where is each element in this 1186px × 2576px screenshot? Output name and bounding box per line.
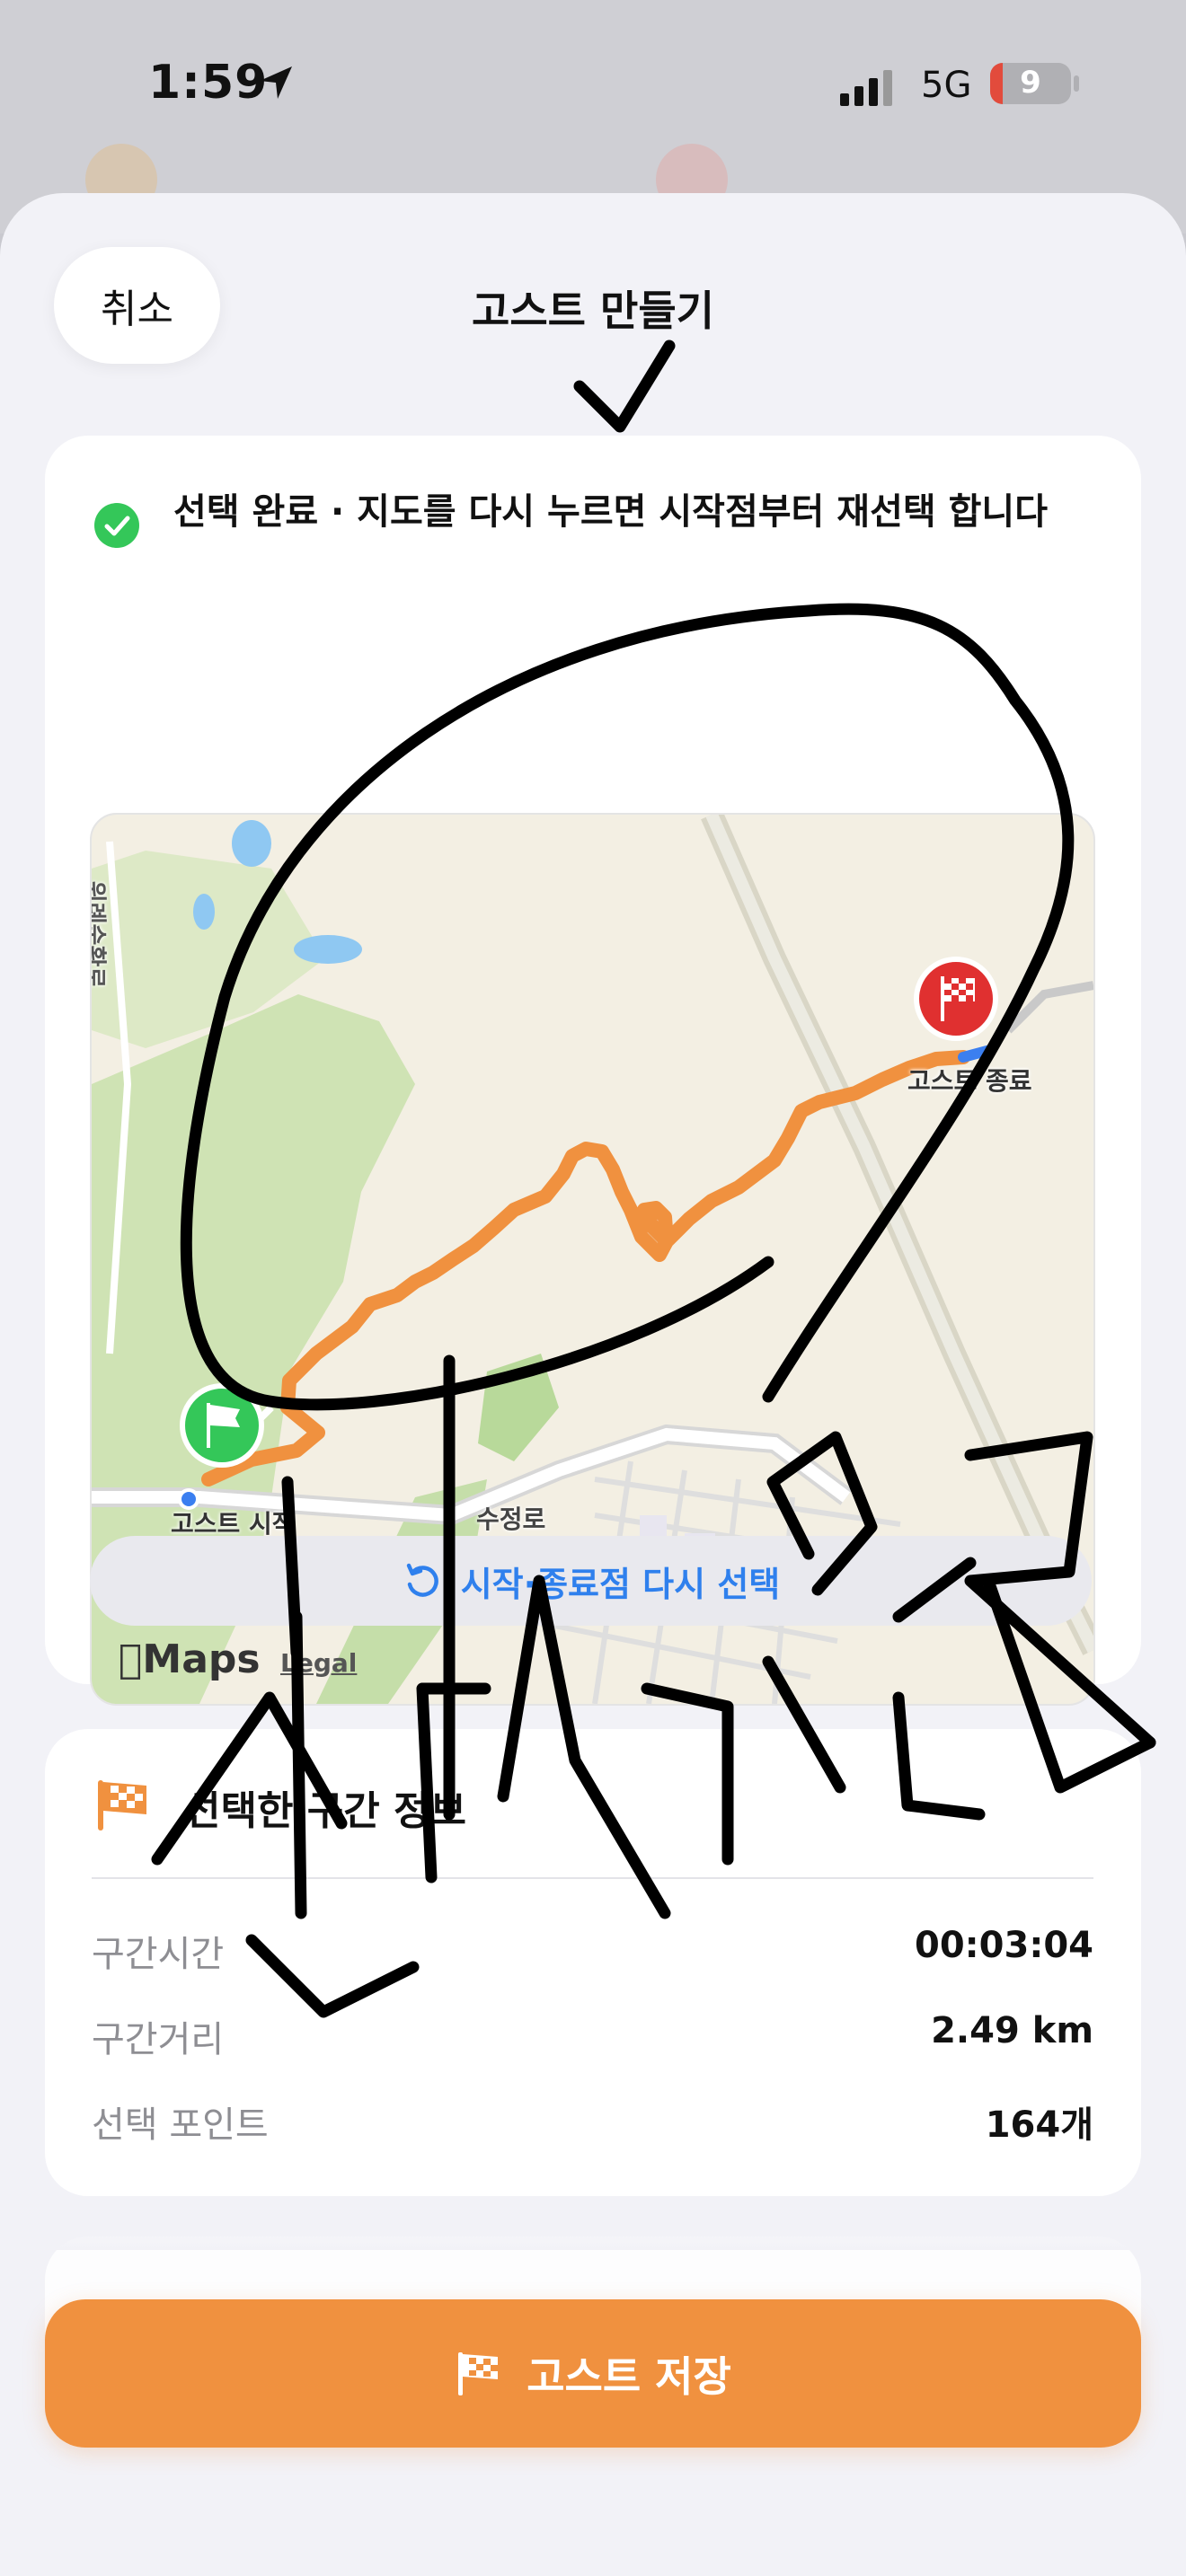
end-label: 고스트 종료 xyxy=(907,1066,1032,1096)
checkered-flag-icon xyxy=(455,2351,501,2397)
divider xyxy=(92,1877,1093,1879)
info-label: 구간시간 xyxy=(92,1934,225,1975)
sheet-title: 고스트 만들기 xyxy=(472,287,714,335)
end-flag-marker xyxy=(914,957,998,1041)
legal-link[interactable]: Legal xyxy=(280,1648,357,1678)
cellular-signal-icon xyxy=(840,70,901,110)
selection-status-text: 선택 완료 · 지도를 다시 누르면 시작점부터 재선택 합니다 xyxy=(173,491,1049,533)
status-bar: 1:59 5G 9 xyxy=(0,0,1186,180)
road-label: 수정로 xyxy=(476,1504,546,1534)
save-ghost-label: 고스트 저장 xyxy=(527,2351,731,2401)
info-value: 00:03:04 xyxy=(915,1925,1093,1966)
bottom-fade xyxy=(0,2196,1186,2250)
apple-maps-logo: Maps xyxy=(119,1636,261,1682)
checkered-flag-icon xyxy=(94,1778,152,1836)
road-label: 위례순환로 xyxy=(90,880,108,989)
start-label: 고스트 시작 xyxy=(171,1509,296,1539)
rotate-arrow-icon xyxy=(402,1560,443,1601)
location-arrow-icon xyxy=(256,63,296,106)
reselect-points-button[interactable]: 시작·종료점 다시 선택 xyxy=(90,1536,1092,1626)
save-ghost-button[interactable]: 고스트 저장 xyxy=(45,2299,1141,2448)
segment-info-card: 선택한 구간 정보 구간시간 00:03:04 구간거리 2.49 km 선택 … xyxy=(45,1729,1141,2196)
create-ghost-sheet: 취소 고스트 만들기 선택 완료 · 지도를 다시 누르면 시작점부터 재선택 … xyxy=(0,193,1186,2576)
segment-info-title: 선택한 구간 정보 xyxy=(184,1788,466,1834)
reselect-label: 시작·종료점 다시 선택 xyxy=(460,1564,781,1604)
status-time: 1:59 xyxy=(148,56,269,110)
battery-icon: 9 xyxy=(990,63,1071,104)
maps-logo-text: Maps xyxy=(119,1636,260,1682)
checkmark-circle-icon xyxy=(94,503,139,548)
battery-tip xyxy=(1074,75,1079,92)
battery-level: 9 xyxy=(1020,65,1041,101)
info-label: 선택 포인트 xyxy=(92,2104,269,2146)
info-value: 2.49 km xyxy=(931,2010,1093,2051)
info-row-time: 구간시간 00:03:04 xyxy=(92,1925,1093,1988)
network-type: 5G xyxy=(921,65,972,106)
info-row-distance: 구간거리 2.49 km xyxy=(92,2010,1093,2073)
info-value: 164개 xyxy=(985,2104,1093,2146)
info-label: 구간거리 xyxy=(92,2019,225,2060)
info-row-points: 선택 포인트 164개 xyxy=(92,2095,1093,2158)
selection-card: 선택 완료 · 지도를 다시 누르면 시작점부터 재선택 합니다 고스트 시작 … xyxy=(45,436,1141,1706)
apple-icon:  xyxy=(119,1636,142,1682)
